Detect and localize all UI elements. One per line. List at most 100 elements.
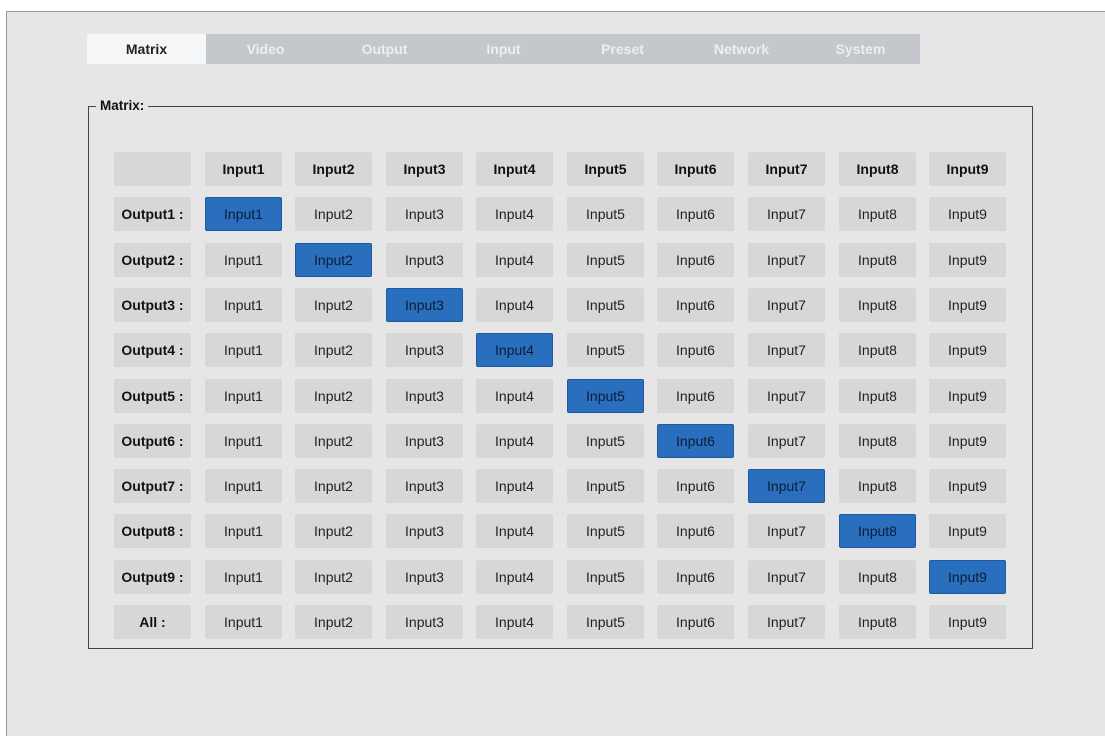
route-button-output9-input6[interactable]: Input6 bbox=[657, 560, 734, 594]
route-button-all-input7[interactable]: Input7 bbox=[748, 605, 825, 639]
route-button-output5-input3[interactable]: Input3 bbox=[386, 379, 463, 413]
route-button-output8-input7[interactable]: Input7 bbox=[748, 514, 825, 548]
route-button-output2-input7[interactable]: Input7 bbox=[748, 243, 825, 277]
route-button-output3-input5[interactable]: Input5 bbox=[567, 288, 644, 322]
route-button-output9-input9[interactable]: Input9 bbox=[929, 560, 1006, 594]
route-button-output8-input9[interactable]: Input9 bbox=[929, 514, 1006, 548]
route-button-output2-input3[interactable]: Input3 bbox=[386, 243, 463, 277]
route-button-output2-input1[interactable]: Input1 bbox=[205, 243, 282, 277]
route-button-output1-input5[interactable]: Input5 bbox=[567, 197, 644, 231]
route-button-output5-input2[interactable]: Input2 bbox=[295, 379, 372, 413]
route-button-output8-input3[interactable]: Input3 bbox=[386, 514, 463, 548]
tab-system[interactable]: System bbox=[801, 34, 920, 64]
route-button-output1-input2[interactable]: Input2 bbox=[295, 197, 372, 231]
route-button-output2-input5[interactable]: Input5 bbox=[567, 243, 644, 277]
route-button-output5-input5[interactable]: Input5 bbox=[567, 379, 644, 413]
tab-matrix[interactable]: Matrix bbox=[87, 34, 206, 64]
route-button-output4-input8[interactable]: Input8 bbox=[839, 333, 916, 367]
route-button-output7-input7[interactable]: Input7 bbox=[748, 469, 825, 503]
route-button-output3-input3[interactable]: Input3 bbox=[386, 288, 463, 322]
route-button-output8-input5[interactable]: Input5 bbox=[567, 514, 644, 548]
route-button-output2-input6[interactable]: Input6 bbox=[657, 243, 734, 277]
tab-network[interactable]: Network bbox=[682, 34, 801, 64]
route-button-output7-input5[interactable]: Input5 bbox=[567, 469, 644, 503]
route-button-all-input3[interactable]: Input3 bbox=[386, 605, 463, 639]
route-button-output9-input4[interactable]: Input4 bbox=[476, 560, 553, 594]
route-button-output3-input6[interactable]: Input6 bbox=[657, 288, 734, 322]
tab-preset[interactable]: Preset bbox=[563, 34, 682, 64]
route-button-output3-input7[interactable]: Input7 bbox=[748, 288, 825, 322]
route-button-output2-input2[interactable]: Input2 bbox=[295, 243, 372, 277]
route-button-all-input2[interactable]: Input2 bbox=[295, 605, 372, 639]
route-button-all-input4[interactable]: Input4 bbox=[476, 605, 553, 639]
route-button-output3-input8[interactable]: Input8 bbox=[839, 288, 916, 322]
route-button-output6-input7[interactable]: Input7 bbox=[748, 424, 825, 458]
route-button-output5-input6[interactable]: Input6 bbox=[657, 379, 734, 413]
column-header-input4: Input4 bbox=[476, 152, 553, 186]
route-button-output6-input3[interactable]: Input3 bbox=[386, 424, 463, 458]
route-button-output7-input2[interactable]: Input2 bbox=[295, 469, 372, 503]
route-button-output1-input8[interactable]: Input8 bbox=[839, 197, 916, 231]
route-button-output3-input2[interactable]: Input2 bbox=[295, 288, 372, 322]
route-button-output1-input4[interactable]: Input4 bbox=[476, 197, 553, 231]
tab-input[interactable]: Input bbox=[444, 34, 563, 64]
route-button-output5-input1[interactable]: Input1 bbox=[205, 379, 282, 413]
route-button-output6-input8[interactable]: Input8 bbox=[839, 424, 916, 458]
route-button-output9-input2[interactable]: Input2 bbox=[295, 560, 372, 594]
route-button-output4-input7[interactable]: Input7 bbox=[748, 333, 825, 367]
route-button-output3-input4[interactable]: Input4 bbox=[476, 288, 553, 322]
route-button-output6-input4[interactable]: Input4 bbox=[476, 424, 553, 458]
route-button-output4-input5[interactable]: Input5 bbox=[567, 333, 644, 367]
tab-output[interactable]: Output bbox=[325, 34, 444, 64]
route-button-output7-input1[interactable]: Input1 bbox=[205, 469, 282, 503]
route-button-output1-input6[interactable]: Input6 bbox=[657, 197, 734, 231]
route-button-all-input6[interactable]: Input6 bbox=[657, 605, 734, 639]
route-button-output9-input8[interactable]: Input8 bbox=[839, 560, 916, 594]
route-button-all-input8[interactable]: Input8 bbox=[839, 605, 916, 639]
route-button-output7-input8[interactable]: Input8 bbox=[839, 469, 916, 503]
route-button-output4-input3[interactable]: Input3 bbox=[386, 333, 463, 367]
route-button-output4-input1[interactable]: Input1 bbox=[205, 333, 282, 367]
route-button-output6-input6[interactable]: Input6 bbox=[657, 424, 734, 458]
route-button-output7-input9[interactable]: Input9 bbox=[929, 469, 1006, 503]
route-button-output8-input1[interactable]: Input1 bbox=[205, 514, 282, 548]
route-button-output4-input4[interactable]: Input4 bbox=[476, 333, 553, 367]
route-button-output4-input9[interactable]: Input9 bbox=[929, 333, 1006, 367]
route-button-output1-input3[interactable]: Input3 bbox=[386, 197, 463, 231]
route-button-output2-input8[interactable]: Input8 bbox=[839, 243, 916, 277]
route-button-output6-input5[interactable]: Input5 bbox=[567, 424, 644, 458]
route-button-output8-input4[interactable]: Input4 bbox=[476, 514, 553, 548]
route-button-output8-input8[interactable]: Input8 bbox=[839, 514, 916, 548]
route-button-output8-input6[interactable]: Input6 bbox=[657, 514, 734, 548]
route-button-output6-input1[interactable]: Input1 bbox=[205, 424, 282, 458]
route-button-output7-input4[interactable]: Input4 bbox=[476, 469, 553, 503]
route-button-output5-input4[interactable]: Input4 bbox=[476, 379, 553, 413]
route-button-output3-input1[interactable]: Input1 bbox=[205, 288, 282, 322]
route-button-output7-input6[interactable]: Input6 bbox=[657, 469, 734, 503]
route-button-output6-input9[interactable]: Input9 bbox=[929, 424, 1006, 458]
route-button-output4-input6[interactable]: Input6 bbox=[657, 333, 734, 367]
route-button-all-input1[interactable]: Input1 bbox=[205, 605, 282, 639]
row-label-output6: Output6 : bbox=[114, 424, 191, 458]
route-button-output1-input1[interactable]: Input1 bbox=[205, 197, 282, 231]
route-button-output5-input8[interactable]: Input8 bbox=[839, 379, 916, 413]
route-button-output5-input9[interactable]: Input9 bbox=[929, 379, 1006, 413]
route-button-output3-input9[interactable]: Input9 bbox=[929, 288, 1006, 322]
route-button-output9-input1[interactable]: Input1 bbox=[205, 560, 282, 594]
route-button-output2-input9[interactable]: Input9 bbox=[929, 243, 1006, 277]
route-button-output9-input5[interactable]: Input5 bbox=[567, 560, 644, 594]
route-button-output2-input4[interactable]: Input4 bbox=[476, 243, 553, 277]
route-button-output6-input2[interactable]: Input2 bbox=[295, 424, 372, 458]
tab-video[interactable]: Video bbox=[206, 34, 325, 64]
route-button-output1-input7[interactable]: Input7 bbox=[748, 197, 825, 231]
route-button-output1-input9[interactable]: Input9 bbox=[929, 197, 1006, 231]
route-button-output9-input3[interactable]: Input3 bbox=[386, 560, 463, 594]
route-button-all-input9[interactable]: Input9 bbox=[929, 605, 1006, 639]
route-button-output5-input7[interactable]: Input7 bbox=[748, 379, 825, 413]
matrix-section-title: Matrix: bbox=[96, 98, 149, 113]
route-button-all-input5[interactable]: Input5 bbox=[567, 605, 644, 639]
route-button-output8-input2[interactable]: Input2 bbox=[295, 514, 372, 548]
route-button-output9-input7[interactable]: Input7 bbox=[748, 560, 825, 594]
route-button-output7-input3[interactable]: Input3 bbox=[386, 469, 463, 503]
route-button-output4-input2[interactable]: Input2 bbox=[295, 333, 372, 367]
